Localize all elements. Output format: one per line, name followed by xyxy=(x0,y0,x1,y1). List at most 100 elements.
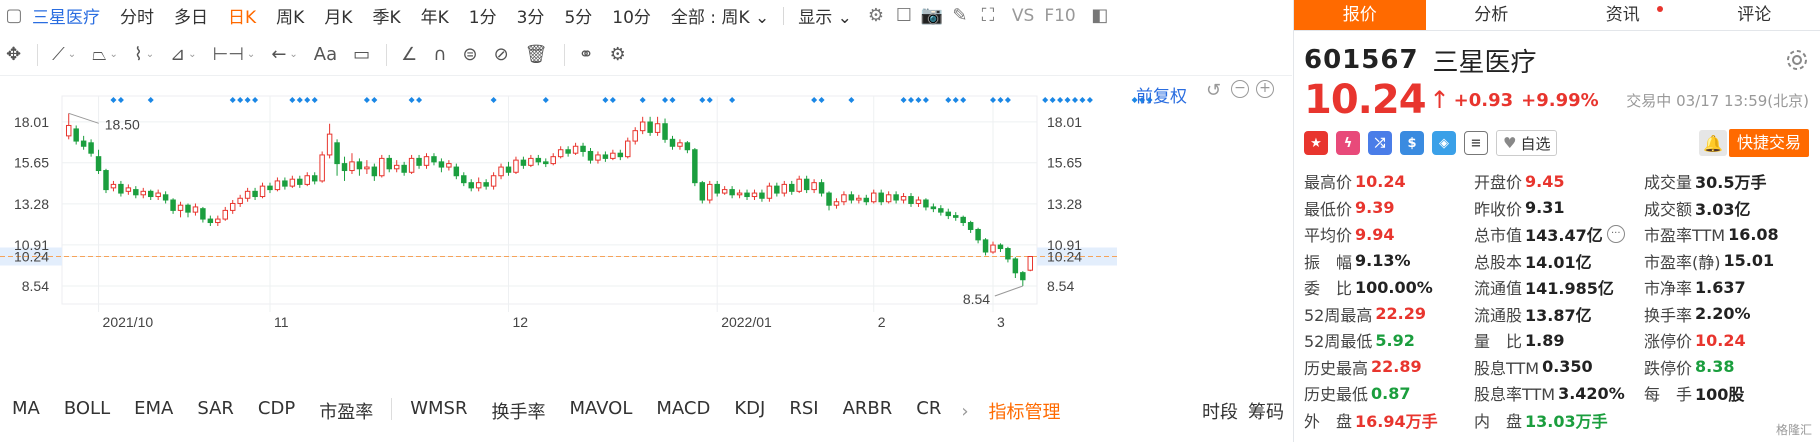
event-marker[interactable] xyxy=(1086,97,1093,103)
event-marker[interactable] xyxy=(729,97,736,103)
event-marker[interactable] xyxy=(416,97,423,103)
polyline-tool-icon[interactable]: ⏢ ⌄ xyxy=(92,37,118,73)
period-tab[interactable]: 月K xyxy=(314,3,362,28)
bell-icon[interactable]: 🔔 xyxy=(1699,130,1727,156)
layout-icon[interactable]: ☐ xyxy=(890,3,918,29)
indicator-item[interactable]: ARBR xyxy=(831,398,905,424)
kline-chart[interactable]: 18.01 18.01 15.65 15.65 13.28 13.28 10.91 10.91… xyxy=(0,76,1292,388)
indicator-item[interactable]: KDJ xyxy=(722,398,777,424)
event-marker[interactable] xyxy=(237,97,244,103)
panel-tab[interactable]: 分析 xyxy=(1426,0,1558,30)
event-marker[interactable] xyxy=(1057,97,1064,103)
event-marker[interactable] xyxy=(997,97,1004,103)
period-tab[interactable]: 10分 xyxy=(602,3,661,28)
event-marker[interactable] xyxy=(363,97,370,103)
period-tab[interactable]: 1分 xyxy=(459,3,507,28)
pencil-icon[interactable]: ✎ xyxy=(946,3,974,29)
event-marker[interactable] xyxy=(311,97,318,103)
event-marker[interactable] xyxy=(304,97,311,103)
text-tool-icon[interactable]: Aa xyxy=(314,37,337,73)
hide-icon[interactable]: ⊘ xyxy=(494,37,509,73)
event-marker[interactable] xyxy=(908,97,915,103)
fast-trade-button[interactable]: 快捷交易 xyxy=(1728,129,1809,157)
event-marker[interactable] xyxy=(252,97,259,103)
vs-button[interactable]: VS xyxy=(1002,6,1044,26)
indicator-item[interactable]: 换手率 xyxy=(479,398,557,424)
indicator-item[interactable]: CR xyxy=(904,398,953,424)
comment-tool-icon[interactable]: ▭ xyxy=(353,37,370,73)
period-tab[interactable]: 周K xyxy=(266,3,314,28)
event-marker[interactable] xyxy=(990,97,997,103)
trash-icon[interactable]: 🗑 xyxy=(525,37,548,73)
indicator-item[interactable]: MA xyxy=(0,398,52,424)
event-marker[interactable] xyxy=(490,97,497,103)
lock-icon[interactable]: ⊜ xyxy=(462,37,477,73)
arrow-tool-icon[interactable]: ← ⌄ xyxy=(271,37,297,73)
undo-icon[interactable]: ↺ xyxy=(1206,80,1221,101)
event-marker[interactable] xyxy=(706,97,713,103)
event-marker[interactable] xyxy=(1049,97,1056,103)
zoom-out-icon[interactable]: − xyxy=(1231,80,1249,98)
period-tab[interactable]: 多日 xyxy=(164,3,218,28)
shuffle-icon[interactable]: ⤮ xyxy=(1368,131,1392,155)
panel-tab[interactable]: 报价 xyxy=(1294,0,1426,30)
tag-icon[interactable]: ◈ xyxy=(1432,131,1456,155)
event-marker[interactable] xyxy=(952,97,959,103)
dollar-icon[interactable]: $ xyxy=(1400,131,1424,155)
chip-button[interactable]: 筹码 xyxy=(1244,398,1292,424)
indicator-item[interactable]: RSI xyxy=(777,398,830,424)
panel-toggle-icon[interactable]: ▢ xyxy=(0,3,28,29)
display-menu[interactable]: 显示 ⌄ xyxy=(788,3,862,28)
line-tool-icon[interactable]: ⟋ ⌄ xyxy=(52,37,76,73)
fib-tool-icon[interactable]: ⊿ ⌄ xyxy=(170,37,196,73)
camera-icon[interactable]: 📷 xyxy=(918,3,946,29)
event-marker[interactable] xyxy=(669,97,676,103)
gear-icon[interactable]: ⚙ xyxy=(610,37,626,73)
panel-tab[interactable]: 评论 xyxy=(1689,0,1820,30)
event-marker[interactable] xyxy=(922,97,929,103)
event-marker[interactable] xyxy=(1064,97,1071,103)
event-marker[interactable] xyxy=(811,97,818,103)
period-tab[interactable]: 5分 xyxy=(554,3,602,28)
note-icon[interactable]: ≡ xyxy=(1464,131,1488,155)
event-marker[interactable] xyxy=(945,97,952,103)
watchlist-button[interactable]: ♥ 自选 xyxy=(1496,130,1558,156)
event-marker[interactable] xyxy=(662,97,669,103)
event-marker[interactable] xyxy=(900,97,907,103)
more-icon[interactable]: ··· xyxy=(1606,225,1625,244)
indicator-item[interactable]: SAR xyxy=(185,398,246,424)
indicator-manage-button[interactable]: 指标管理 xyxy=(977,398,1073,424)
event-marker[interactable] xyxy=(1079,97,1086,103)
indicator-item[interactable]: CDP xyxy=(246,398,307,424)
panel-tab[interactable]: 资讯 xyxy=(1557,0,1689,30)
indicator-item[interactable]: MACD xyxy=(644,398,722,424)
f10-button[interactable]: F10 xyxy=(1044,6,1085,26)
indicator-item[interactable]: EMA xyxy=(122,398,185,424)
event-marker[interactable] xyxy=(960,97,967,103)
event-marker[interactable] xyxy=(848,97,855,103)
event-marker[interactable] xyxy=(117,97,124,103)
event-marker[interactable] xyxy=(1042,97,1049,103)
fullscreen-icon[interactable]: ⛶ xyxy=(974,3,1002,29)
indicator-item[interactable]: BOLL xyxy=(52,398,122,424)
ruler-icon[interactable]: ∠ xyxy=(401,37,417,73)
compare-icon[interactable]: ⚭ xyxy=(579,37,594,73)
gear-icon[interactable] xyxy=(1785,48,1809,72)
range-select[interactable]: 全部 : 周K ⌄ xyxy=(661,3,779,28)
event-marker[interactable] xyxy=(1071,97,1078,103)
fuquan-select[interactable]: 前复权 xyxy=(1136,82,1187,107)
indicator-item[interactable]: MAVOL xyxy=(557,398,644,424)
indicator-item[interactable]: 市盈率 xyxy=(307,398,385,424)
event-marker[interactable] xyxy=(602,97,609,103)
period-tab[interactable]: 分时 xyxy=(110,3,164,28)
event-marker[interactable] xyxy=(609,97,616,103)
event-marker[interactable] xyxy=(699,97,706,103)
event-marker[interactable] xyxy=(915,97,922,103)
event-marker[interactable] xyxy=(289,97,296,103)
period-tab[interactable]: 3分 xyxy=(507,3,555,28)
event-marker[interactable] xyxy=(1004,97,1011,103)
event-marker[interactable] xyxy=(542,97,549,103)
period-tab[interactable]: 季K xyxy=(362,3,410,28)
event-marker[interactable] xyxy=(296,97,303,103)
event-marker[interactable] xyxy=(229,97,236,103)
